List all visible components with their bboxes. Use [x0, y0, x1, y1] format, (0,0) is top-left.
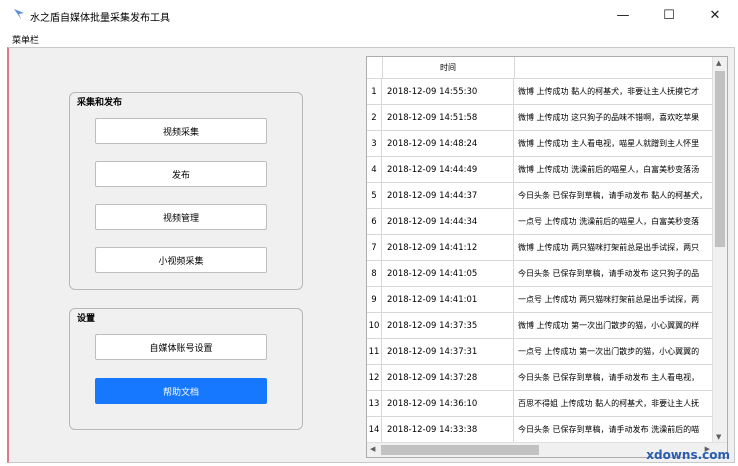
table-row[interactable]: 2 2018-12-09 14:51:58 微博 上传成功 这只狗子的品味不错啊，喜… [367, 105, 713, 131]
table-row[interactable]: 12 2018-12-09 14:37:28 今日头条 已保存到草稿，请手动发布 主… [367, 365, 713, 391]
row-number: 7 [367, 235, 382, 261]
publish-button[interactable]: 发布 [95, 161, 267, 187]
table-row[interactable]: 11 2018-12-09 14:37:31 一点号 上传成功 第一次出门散步的猫，… [367, 339, 713, 365]
row-time: 2018-12-09 14:37:31 [382, 339, 514, 365]
row-number: 3 [367, 131, 382, 157]
row-message: 微博 上传成功 洗澡前后的喵星人，白富美秒变落汤 [518, 165, 700, 174]
table-row[interactable]: 10 2018-12-09 14:37:35 微博 上传成功 第一次出门散步的猫，小… [367, 313, 713, 339]
row-message: 今日头条 已保存到草稿，请手动发布 这只狗子的品 [518, 269, 700, 278]
title-bar: 水之盾自媒体批量采集发布工具 — ☐ ✕ [0, 0, 738, 31]
table-row[interactable]: 7 2018-12-09 14:41:12 微博 上传成功 两只猫咪打架前总是出手试… [367, 235, 713, 261]
row-time: 2018-12-09 14:41:05 [382, 261, 514, 287]
row-number: 8 [367, 261, 382, 287]
minimize-button[interactable]: — [600, 0, 646, 31]
column-header-time[interactable]: 时间 [382, 57, 515, 78]
row-message: 今日头条 已保存到草稿，请手动发布 黏人的柯基犬， [518, 191, 708, 200]
row-time: 2018-12-09 14:44:49 [382, 157, 514, 183]
row-message: 一点号 上传成功 第一次出门散步的猫，小心翼翼的 [518, 347, 700, 356]
row-time: 2018-12-09 14:36:10 [382, 391, 514, 417]
video-manage-button[interactable]: 视频管理 [95, 204, 267, 230]
row-time: 2018-12-09 14:48:24 [382, 131, 514, 157]
table-row[interactable]: 8 2018-12-09 14:41:05 今日头条 已保存到草稿，请手动发布 这只… [367, 261, 713, 287]
table-header: 时间 [367, 57, 727, 79]
row-message: 今日头条 已保存到草稿，请手动发布 洗澡前后的喵 [518, 425, 700, 434]
maximize-button[interactable]: ☐ [646, 0, 692, 31]
row-number: 9 [367, 287, 382, 313]
row-message: 一点号 上传成功 洗澡前后的喵星人，白富美秒变落 [518, 217, 700, 226]
table-row[interactable]: 14 2018-12-09 14:33:38 今日头条 已保存到草稿，请手动发布 洗… [367, 417, 713, 443]
row-number: 13 [367, 391, 382, 417]
menu-bar: 菜单栏 [0, 31, 738, 47]
row-message: 微博 上传成功 两只猫咪打架前总是出手试探，两只 [518, 243, 700, 252]
scroll-down-icon[interactable]: ▼ [716, 433, 721, 441]
menu-item-main[interactable]: 菜单栏 [12, 33, 39, 46]
row-message: 今日头条 已保存到草稿，请手动发布 主人看电视， [518, 373, 700, 382]
row-number: 14 [367, 417, 382, 443]
table-corner [367, 57, 383, 78]
row-number: 6 [367, 209, 382, 235]
vertical-scroll-thumb[interactable] [715, 71, 725, 247]
settings-group: 设置 自媒体账号设置 帮助文档 [69, 308, 303, 430]
row-number: 12 [367, 365, 382, 391]
row-message: 百思不得姐 上传成功 黏人的柯基犬，非要让主人抚 [518, 399, 700, 408]
row-time: 2018-12-09 14:37:28 [382, 365, 514, 391]
collect-publish-group-title: 采集和发布 [77, 95, 123, 108]
scroll-left-icon[interactable]: ◀ [370, 445, 375, 453]
log-table[interactable]: 时间 1 2018-12-09 14:55:30 微博 上传成功 黏人的柯基犬，非要… [366, 56, 728, 458]
short-video-collect-button[interactable]: 小视频采集 [95, 247, 267, 273]
row-number: 10 [367, 313, 382, 339]
row-message: 微博 上传成功 这只狗子的品味不错啊，喜欢吃苹果 [518, 113, 700, 122]
table-row[interactable]: 6 2018-12-09 14:44:34 一点号 上传成功 洗澡前后的喵星人，白富… [367, 209, 713, 235]
row-time: 2018-12-09 14:41:01 [382, 287, 514, 313]
media-account-settings-button[interactable]: 自媒体账号设置 [95, 334, 267, 360]
table-row[interactable]: 5 2018-12-09 14:44:37 今日头条 已保存到草稿，请手动发布 黏人… [367, 183, 713, 209]
row-message: 微博 上传成功 主人看电视，喵星人就蹭到主人怀里 [518, 139, 700, 148]
window-title: 水之盾自媒体批量采集发布工具 [30, 13, 170, 24]
row-number: 11 [367, 339, 382, 365]
row-number: 5 [367, 183, 382, 209]
row-time: 2018-12-09 14:55:30 [382, 79, 514, 105]
row-time: 2018-12-09 14:44:34 [382, 209, 514, 235]
row-time: 2018-12-09 14:44:37 [382, 183, 514, 209]
row-time: 2018-12-09 14:51:58 [382, 105, 514, 131]
row-message: 微博 上传成功 第一次出门散步的猫，小心翼翼的样 [518, 321, 700, 330]
row-message: 微博 上传成功 黏人的柯基犬，非要让主人抚摸它才 [518, 87, 700, 96]
row-time: 2018-12-09 14:37:35 [382, 313, 514, 339]
table-row[interactable]: 13 2018-12-09 14:36:10 百思不得姐 上传成功 黏人的柯基犬，非… [367, 391, 713, 417]
help-docs-button[interactable]: 帮助文档 [95, 378, 267, 404]
watermark-text: xdowns.com [646, 448, 730, 462]
table-row[interactable]: 3 2018-12-09 14:48:24 微博 上传成功 主人看电视，喵星人就蹭到… [367, 131, 713, 157]
table-row[interactable]: 4 2018-12-09 14:44:49 微博 上传成功 洗澡前后的喵星人，白富美… [367, 157, 713, 183]
scroll-up-icon[interactable]: ▲ [716, 59, 721, 67]
row-number: 1 [367, 79, 382, 105]
table-row[interactable]: 1 2018-12-09 14:55:30 微博 上传成功 黏人的柯基犬，非要让主人… [367, 79, 713, 105]
collect-publish-group: 采集和发布 视频采集 发布 视频管理 小视频采集 [69, 92, 303, 290]
close-button[interactable]: ✕ [692, 0, 738, 31]
row-message: 一点号 上传成功 两只猫咪打架前总是出手试探，两 [518, 295, 700, 304]
vertical-scrollbar[interactable]: ▲ ▼ [712, 57, 727, 443]
table-row[interactable]: 9 2018-12-09 14:41:01 一点号 上传成功 两只猫咪打架前总是出手… [367, 287, 713, 313]
row-time: 2018-12-09 14:41:12 [382, 235, 514, 261]
app-logo-icon [14, 9, 24, 19]
row-number: 2 [367, 105, 382, 131]
row-number: 4 [367, 157, 382, 183]
row-time: 2018-12-09 14:33:38 [382, 417, 514, 443]
horizontal-scroll-thumb[interactable] [381, 445, 539, 455]
video-collect-button[interactable]: 视频采集 [95, 118, 267, 144]
settings-group-title: 设置 [77, 311, 96, 324]
